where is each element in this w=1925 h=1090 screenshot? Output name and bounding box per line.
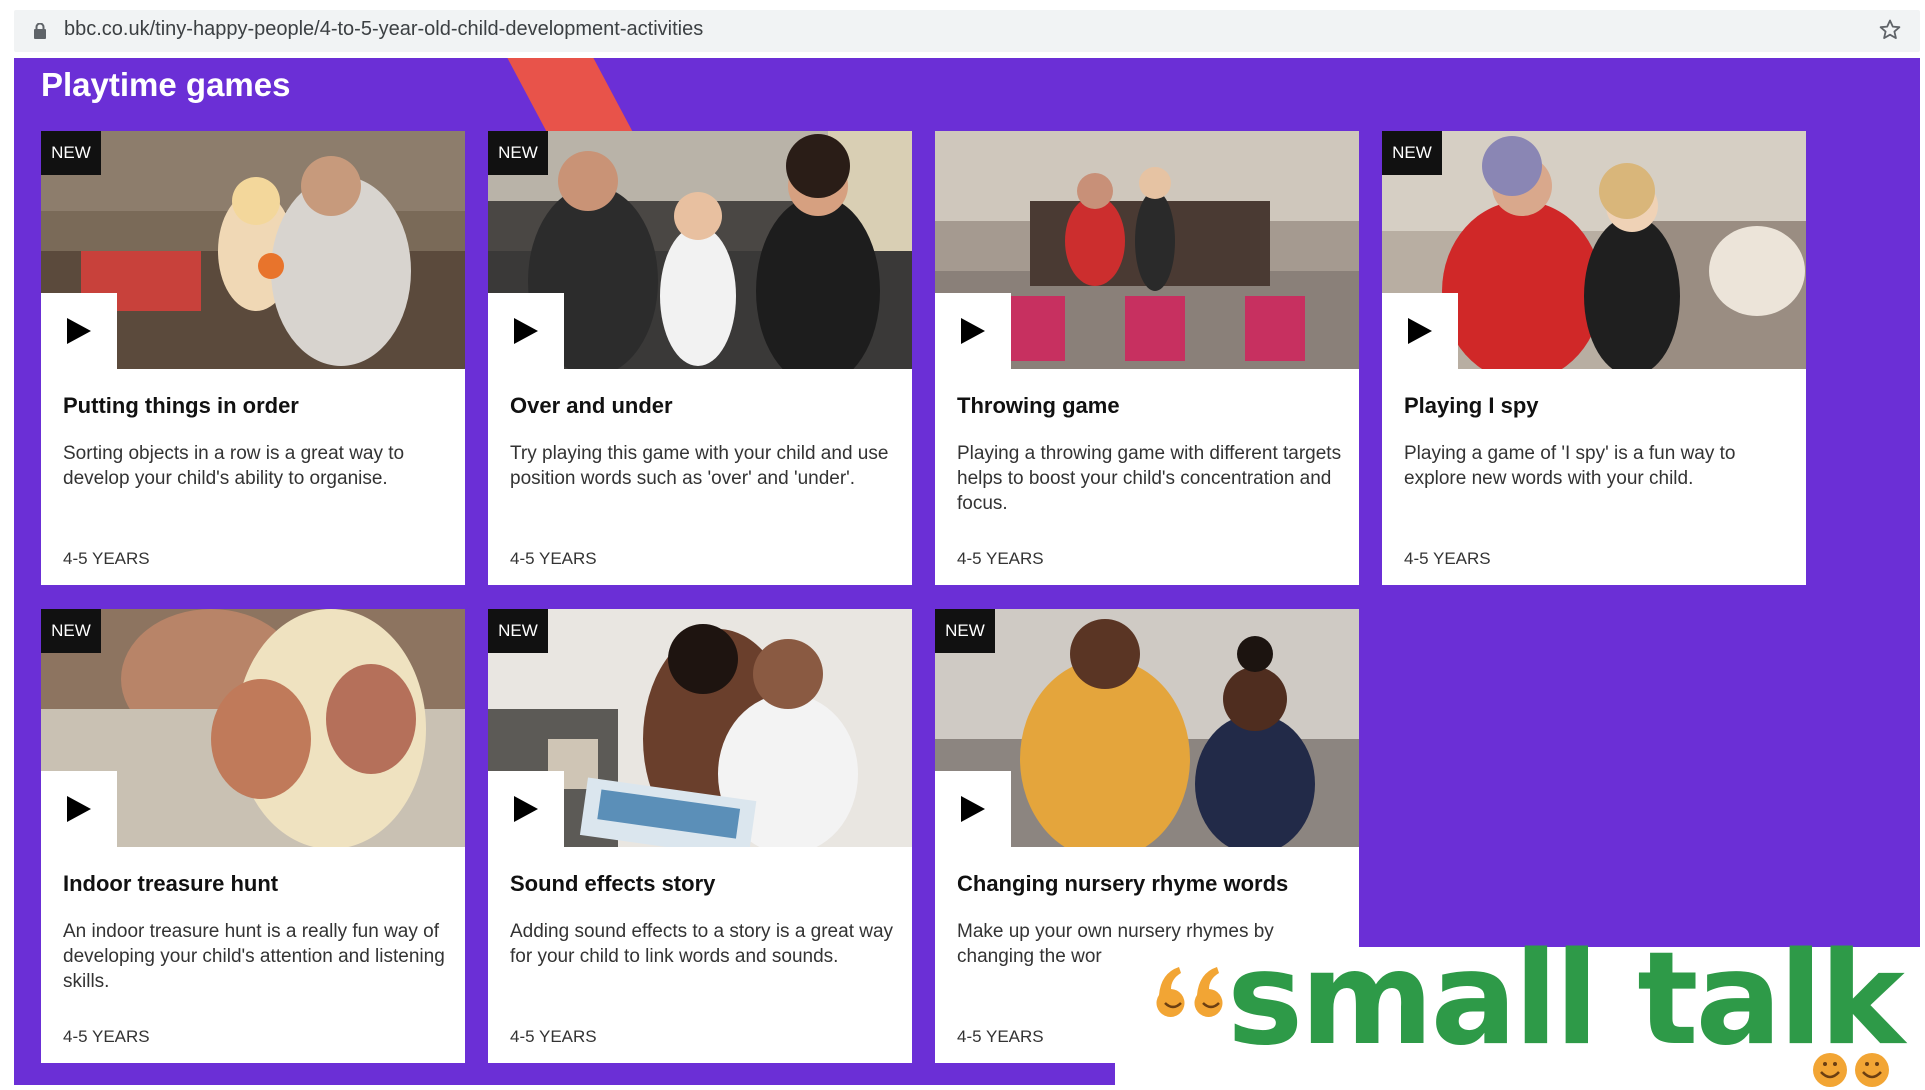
smiley-quote-icon (1156, 967, 1223, 1017)
activity-card-putting-things-in-order[interactable]: NEW Putting things in order Sorting obje… (41, 131, 465, 585)
card-description: Sorting objects in a row is a great way … (63, 443, 405, 489)
card-description: Playing a throwing game with different t… (957, 443, 1342, 514)
play-button[interactable] (935, 771, 1011, 847)
age-label: 4-5 YEARS (510, 549, 597, 568)
card-title[interactable]: Over and under (510, 393, 673, 419)
card-title[interactable]: Playing I spy (1404, 393, 1539, 419)
play-icon (961, 318, 985, 344)
play-icon (514, 318, 538, 344)
age-label: 4-5 YEARS (957, 1027, 1044, 1046)
card-description: An indoor treasure hunt is a really fun … (63, 921, 445, 992)
play-icon (67, 318, 91, 344)
activity-card-over-and-under[interactable]: NEW Over and under Try playing this game… (488, 131, 912, 585)
age-label: 4-5 YEARS (63, 549, 150, 568)
play-icon (514, 796, 538, 822)
play-button[interactable] (41, 293, 117, 369)
play-button[interactable] (1382, 293, 1458, 369)
browser-address-bar: bbc.co.uk/tiny-happy-people/4-to-5-year-… (0, 0, 1925, 58)
activity-card-sound-effects-story[interactable]: NEW Sound effects story Adding sound eff… (488, 609, 912, 1063)
new-badge: NEW (41, 131, 101, 175)
activity-card-playing-i-spy[interactable]: NEW Playing I spy Playing a game of 'I s… (1382, 131, 1806, 585)
age-label: 4-5 YEARS (63, 1027, 150, 1046)
age-label: 4-5 YEARS (510, 1027, 597, 1046)
play-icon (67, 796, 91, 822)
play-icon (1408, 318, 1432, 344)
play-button[interactable] (41, 771, 117, 847)
new-badge: NEW (488, 609, 548, 653)
card-description: Try playing this game with your child an… (510, 443, 889, 489)
card-description: Adding sound effects to a story is a gre… (510, 921, 894, 967)
card-description: Playing a game of 'I spy' is a fun way t… (1404, 443, 1736, 489)
age-label: 4-5 YEARS (1404, 549, 1491, 568)
section-title: Playtime games (41, 66, 291, 103)
play-button[interactable] (488, 293, 564, 369)
url-text[interactable]: bbc.co.uk/tiny-happy-people/4-to-5-year-… (64, 18, 703, 41)
address-field[interactable]: bbc.co.uk/tiny-happy-people/4-to-5-year-… (14, 10, 1920, 52)
card-title[interactable]: Indoor treasure hunt (63, 871, 278, 897)
play-button[interactable] (488, 771, 564, 847)
card-title[interactable]: Throwing game (957, 393, 1120, 419)
lock-icon (34, 23, 46, 39)
smiley-faces-icon (1813, 1053, 1889, 1087)
play-button[interactable] (935, 293, 1011, 369)
small-talk-wordmark: small talk (1227, 925, 1905, 1074)
card-title[interactable]: Putting things in order (63, 393, 299, 419)
play-icon (961, 796, 985, 822)
new-badge: NEW (41, 609, 101, 653)
activity-card-throwing-game[interactable]: Throwing game Playing a throwing game wi… (935, 131, 1359, 585)
card-title[interactable]: Changing nursery rhyme words (957, 871, 1288, 897)
age-label: 4-5 YEARS (957, 549, 1044, 568)
bookmark-star-icon[interactable] (1878, 18, 1902, 42)
activity-card-indoor-treasure-hunt[interactable]: NEW Indoor treasure hunt An indoor treas… (41, 609, 465, 1063)
new-badge: NEW (488, 131, 548, 175)
card-title[interactable]: Sound effects story (510, 871, 715, 897)
small-talk-logo: small talk (1115, 925, 1925, 1087)
new-badge: NEW (1382, 131, 1442, 175)
new-badge: NEW (935, 609, 995, 653)
